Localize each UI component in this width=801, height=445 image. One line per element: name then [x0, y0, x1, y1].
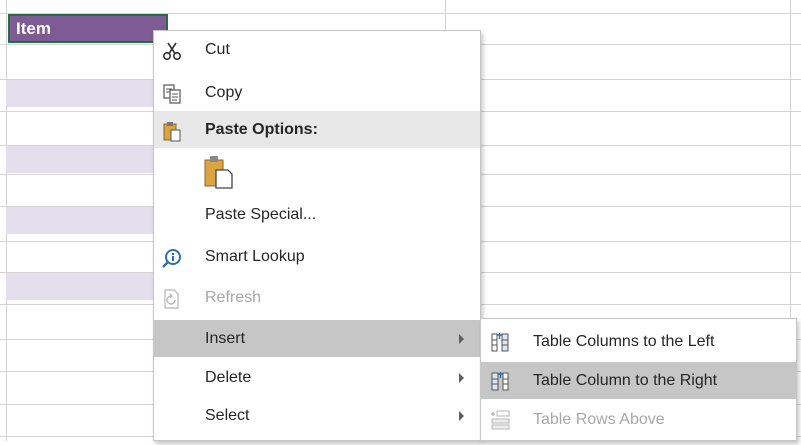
menu-item-label: Insert: [205, 330, 246, 347]
paste-icon: [203, 154, 235, 190]
smart-lookup-icon: [161, 246, 183, 268]
menu-item-delete[interactable]: Delete: [154, 359, 480, 396]
menu-item-select[interactable]: Select: [154, 397, 480, 434]
menu-item-label: Select: [205, 407, 250, 424]
paste-options-header: Paste Options:: [154, 111, 480, 148]
menu-item-insert[interactable]: Insert: [154, 320, 480, 357]
submenu-item-columns-left[interactable]: Table Columns to the Left: [481, 323, 796, 360]
header-cell-text: Item: [16, 19, 51, 38]
table-row[interactable]: [6, 80, 154, 107]
submenu-arrow-icon: [459, 411, 464, 421]
insert-column-right-icon: [489, 369, 511, 391]
submenu-item-label: Table Column to the Right: [533, 372, 718, 389]
context-menu: Cut Copy Paste Options: Paste Special...…: [153, 30, 481, 441]
paste-icon: [161, 119, 183, 142]
table-row[interactable]: [6, 207, 154, 234]
table-row[interactable]: [6, 146, 154, 173]
copy-icon: [161, 82, 183, 104]
menu-item-label: Paste Options:: [205, 121, 318, 138]
menu-item-label: Cut: [205, 41, 230, 58]
insert-rows-above-icon: [489, 408, 511, 430]
scissors-icon: [161, 39, 183, 61]
menu-item-copy[interactable]: Copy: [154, 74, 480, 111]
submenu-item-rows-above: Table Rows Above: [481, 401, 796, 438]
insert-submenu: Table Columns to the Left Table Column t…: [480, 318, 797, 441]
menu-item-paste-special[interactable]: Paste Special...: [154, 196, 480, 233]
submenu-arrow-icon: [459, 373, 464, 383]
submenu-item-column-right[interactable]: Table Column to the Right: [481, 362, 796, 399]
menu-item-cut[interactable]: Cut: [154, 31, 480, 68]
paste-button[interactable]: [154, 148, 480, 196]
menu-item-label: Copy: [205, 84, 243, 101]
menu-item-label: Refresh: [205, 289, 262, 306]
header-cell-item[interactable]: Item: [8, 14, 168, 43]
menu-item-smart-lookup[interactable]: Smart Lookup: [154, 238, 480, 275]
menu-item-label: Smart Lookup: [205, 248, 305, 265]
refresh-icon: [161, 287, 183, 309]
insert-column-left-icon: [489, 330, 511, 352]
table-row[interactable]: [6, 273, 154, 300]
menu-item-label: Paste Special...: [205, 206, 317, 223]
menu-item-refresh: Refresh: [154, 279, 480, 316]
menu-item-label: Delete: [205, 369, 252, 386]
submenu-arrow-icon: [459, 334, 464, 344]
submenu-item-label: Table Rows Above: [533, 411, 665, 428]
submenu-item-label: Table Columns to the Left: [533, 333, 715, 350]
